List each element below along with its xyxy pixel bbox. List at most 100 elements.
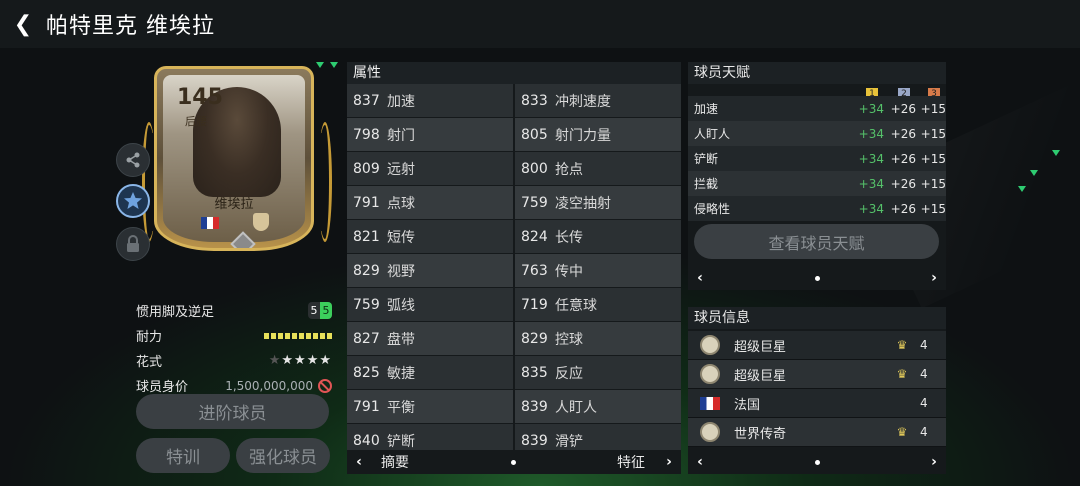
page-title: 帕特里克 维埃拉 [46, 14, 215, 39]
stamina-segment [299, 332, 304, 339]
attribute-cell[interactable]: 759 弧线 [347, 288, 513, 321]
info-row[interactable]: 超级巨星 ♛ 4 [688, 331, 946, 360]
talent-bonus-tier2: +26 [890, 176, 916, 191]
talent-next-button[interactable]: › [922, 270, 946, 286]
enhance-button[interactable]: 强化球员 [236, 438, 330, 473]
talent-footer: ‹ › [688, 266, 946, 290]
attribute-name: 任意球 [555, 297, 597, 314]
attribute-cell[interactable]: 839 人盯人 [515, 390, 681, 423]
attribute-cell[interactable]: 759 凌空抽射 [515, 186, 681, 219]
stamina-label: 耐力 [136, 330, 163, 345]
stamina-segment [327, 332, 332, 339]
crown-icon: ♛ [896, 425, 908, 439]
attribute-cell[interactable]: 833 冲刺速度 [515, 84, 681, 117]
talent-bonus-tier3: +15 [920, 126, 946, 141]
favorite-button[interactable] [116, 184, 150, 218]
info-list: 超级巨星 ♛ 4 超级巨星 ♛ 4 法国 4 世界传奇 ♛ 4 [688, 331, 946, 447]
talent-row: 侵略性 +34 +26 +15 [688, 196, 946, 221]
talent-name: 拦截 [694, 177, 719, 191]
value-label: 球员身价 [136, 380, 189, 395]
attribute-cell[interactable]: 827 盘带 [347, 322, 513, 355]
attribute-cell[interactable]: 821 短传 [347, 220, 513, 253]
info-name: 超级巨星 [734, 368, 787, 384]
attribute-cell[interactable]: 791 点球 [347, 186, 513, 219]
info-prev-button[interactable]: ‹ [688, 454, 712, 470]
crown-icon: ♛ [896, 367, 908, 381]
stamina-segment [278, 332, 283, 339]
info-row[interactable]: 世界传奇 ♛ 4 [688, 418, 946, 447]
talent-prev-button[interactable]: ‹ [688, 270, 712, 286]
info-footer: ‹ › [688, 450, 946, 474]
not-tradable-icon [318, 378, 332, 393]
attribute-name: 人盯人 [555, 399, 597, 416]
chevron-left-icon: ‹ [697, 270, 703, 286]
info-number: 4 [920, 338, 928, 352]
info-name: 世界传奇 [734, 426, 787, 442]
attribute-cell[interactable]: 835 反应 [515, 356, 681, 389]
attribute-cell[interactable]: 825 敏捷 [347, 356, 513, 389]
advance-button[interactable]: 进阶球员 [136, 394, 329, 429]
attribute-cell[interactable]: 829 控球 [515, 322, 681, 355]
page-dots [712, 459, 922, 465]
talent-bonus-tier3: +15 [920, 151, 946, 166]
attribute-value: 719 [521, 296, 548, 313]
attribute-cell[interactable]: 791 平衡 [347, 390, 513, 423]
attribute-cell[interactable]: 805 射门力量 [515, 118, 681, 151]
talent-panel: 球员天赋 1 2 3 加速 +34 +26 +15 人盯人 +34 +26 +15 铲断 +34 +… [688, 62, 946, 290]
attribute-name: 盘带 [387, 331, 415, 348]
card-player-name: 维埃拉 [214, 197, 254, 212]
decoration-triangle [330, 62, 338, 68]
attribute-name: 冲刺速度 [555, 93, 611, 110]
attribute-value: 791 [353, 194, 380, 211]
laurel-right-decoration [318, 122, 332, 242]
stamina-bar [264, 332, 332, 339]
value-amount: 1,500,000,000 [225, 378, 313, 393]
page-dots [409, 459, 617, 465]
info-row[interactable]: 超级巨星 ♛ 4 [688, 360, 946, 389]
view-talents-button[interactable]: 查看球员天赋 [694, 224, 939, 259]
attribute-cell[interactable]: 809 远射 [347, 152, 513, 185]
attribute-cell[interactable]: 763 传中 [515, 254, 681, 287]
foot-badge: 5 5 [308, 302, 332, 319]
star-icon: ★ [306, 353, 320, 368]
badge-icon [700, 422, 720, 442]
foot-weak: 5 [320, 302, 332, 319]
info-next-button[interactable]: › [922, 454, 946, 470]
attributes-prev-button[interactable]: ‹ [347, 454, 371, 470]
talent-row: 拦截 +34 +26 +15 [688, 171, 946, 196]
top-bar: ❮ 帕特里克 维埃拉 [0, 0, 1080, 48]
stamina-segment [285, 332, 290, 339]
player-card[interactable]: 145 后腰 维埃拉 [154, 66, 314, 251]
talent-list: 加速 +34 +26 +15 人盯人 +34 +26 +15 铲断 +34 +26 +15 拦截 +34 +… [688, 96, 946, 221]
attribute-row: 798 射门 805 射门力量 [347, 118, 681, 152]
attribute-name: 凌空抽射 [555, 195, 611, 212]
decoration-triangle [1052, 150, 1060, 156]
attribute-cell[interactable]: 719 任意球 [515, 288, 681, 321]
lock-button[interactable] [116, 227, 150, 261]
train-button[interactable]: 特训 [136, 438, 230, 473]
back-button[interactable]: ❮ [0, 0, 46, 48]
attribute-name: 长传 [555, 229, 583, 246]
attribute-cell[interactable]: 800 抢点 [515, 152, 681, 185]
share-button[interactable] [116, 143, 150, 177]
attribute-value: 759 [521, 194, 548, 211]
share-icon [126, 152, 140, 168]
summary-tab[interactable]: 摘要 [381, 452, 409, 472]
stamina-segment [264, 332, 269, 339]
attributes-panel: 属性 837 加速 833 冲刺速度 798 射门 805 射门力量 809 远射 800 抢点 791… [347, 62, 681, 474]
info-row[interactable]: 法国 4 [688, 389, 946, 418]
attribute-cell[interactable]: 824 长传 [515, 220, 681, 253]
attribute-row: 827 盘带 829 控球 [347, 322, 681, 356]
talent-bonus-tier2: +26 [890, 151, 916, 166]
attribute-value: 800 [521, 160, 548, 177]
traits-tab[interactable]: 特征 [617, 452, 645, 472]
attribute-value: 791 [353, 398, 380, 415]
attribute-cell[interactable]: 837 加速 [347, 84, 513, 117]
foot-row: 惯用脚及逆足 5 5 [136, 298, 332, 323]
player-info-panel: 球员信息 超级巨星 ♛ 4 超级巨星 ♛ 4 法国 4 世界传奇 ♛ 4 ‹ › [688, 307, 946, 474]
attribute-value: 839 [521, 432, 548, 449]
attribute-cell[interactable]: 798 射门 [347, 118, 513, 151]
attribute-value: 840 [353, 432, 380, 449]
attribute-cell[interactable]: 829 视野 [347, 254, 513, 287]
attributes-next-button[interactable]: › [657, 454, 681, 470]
